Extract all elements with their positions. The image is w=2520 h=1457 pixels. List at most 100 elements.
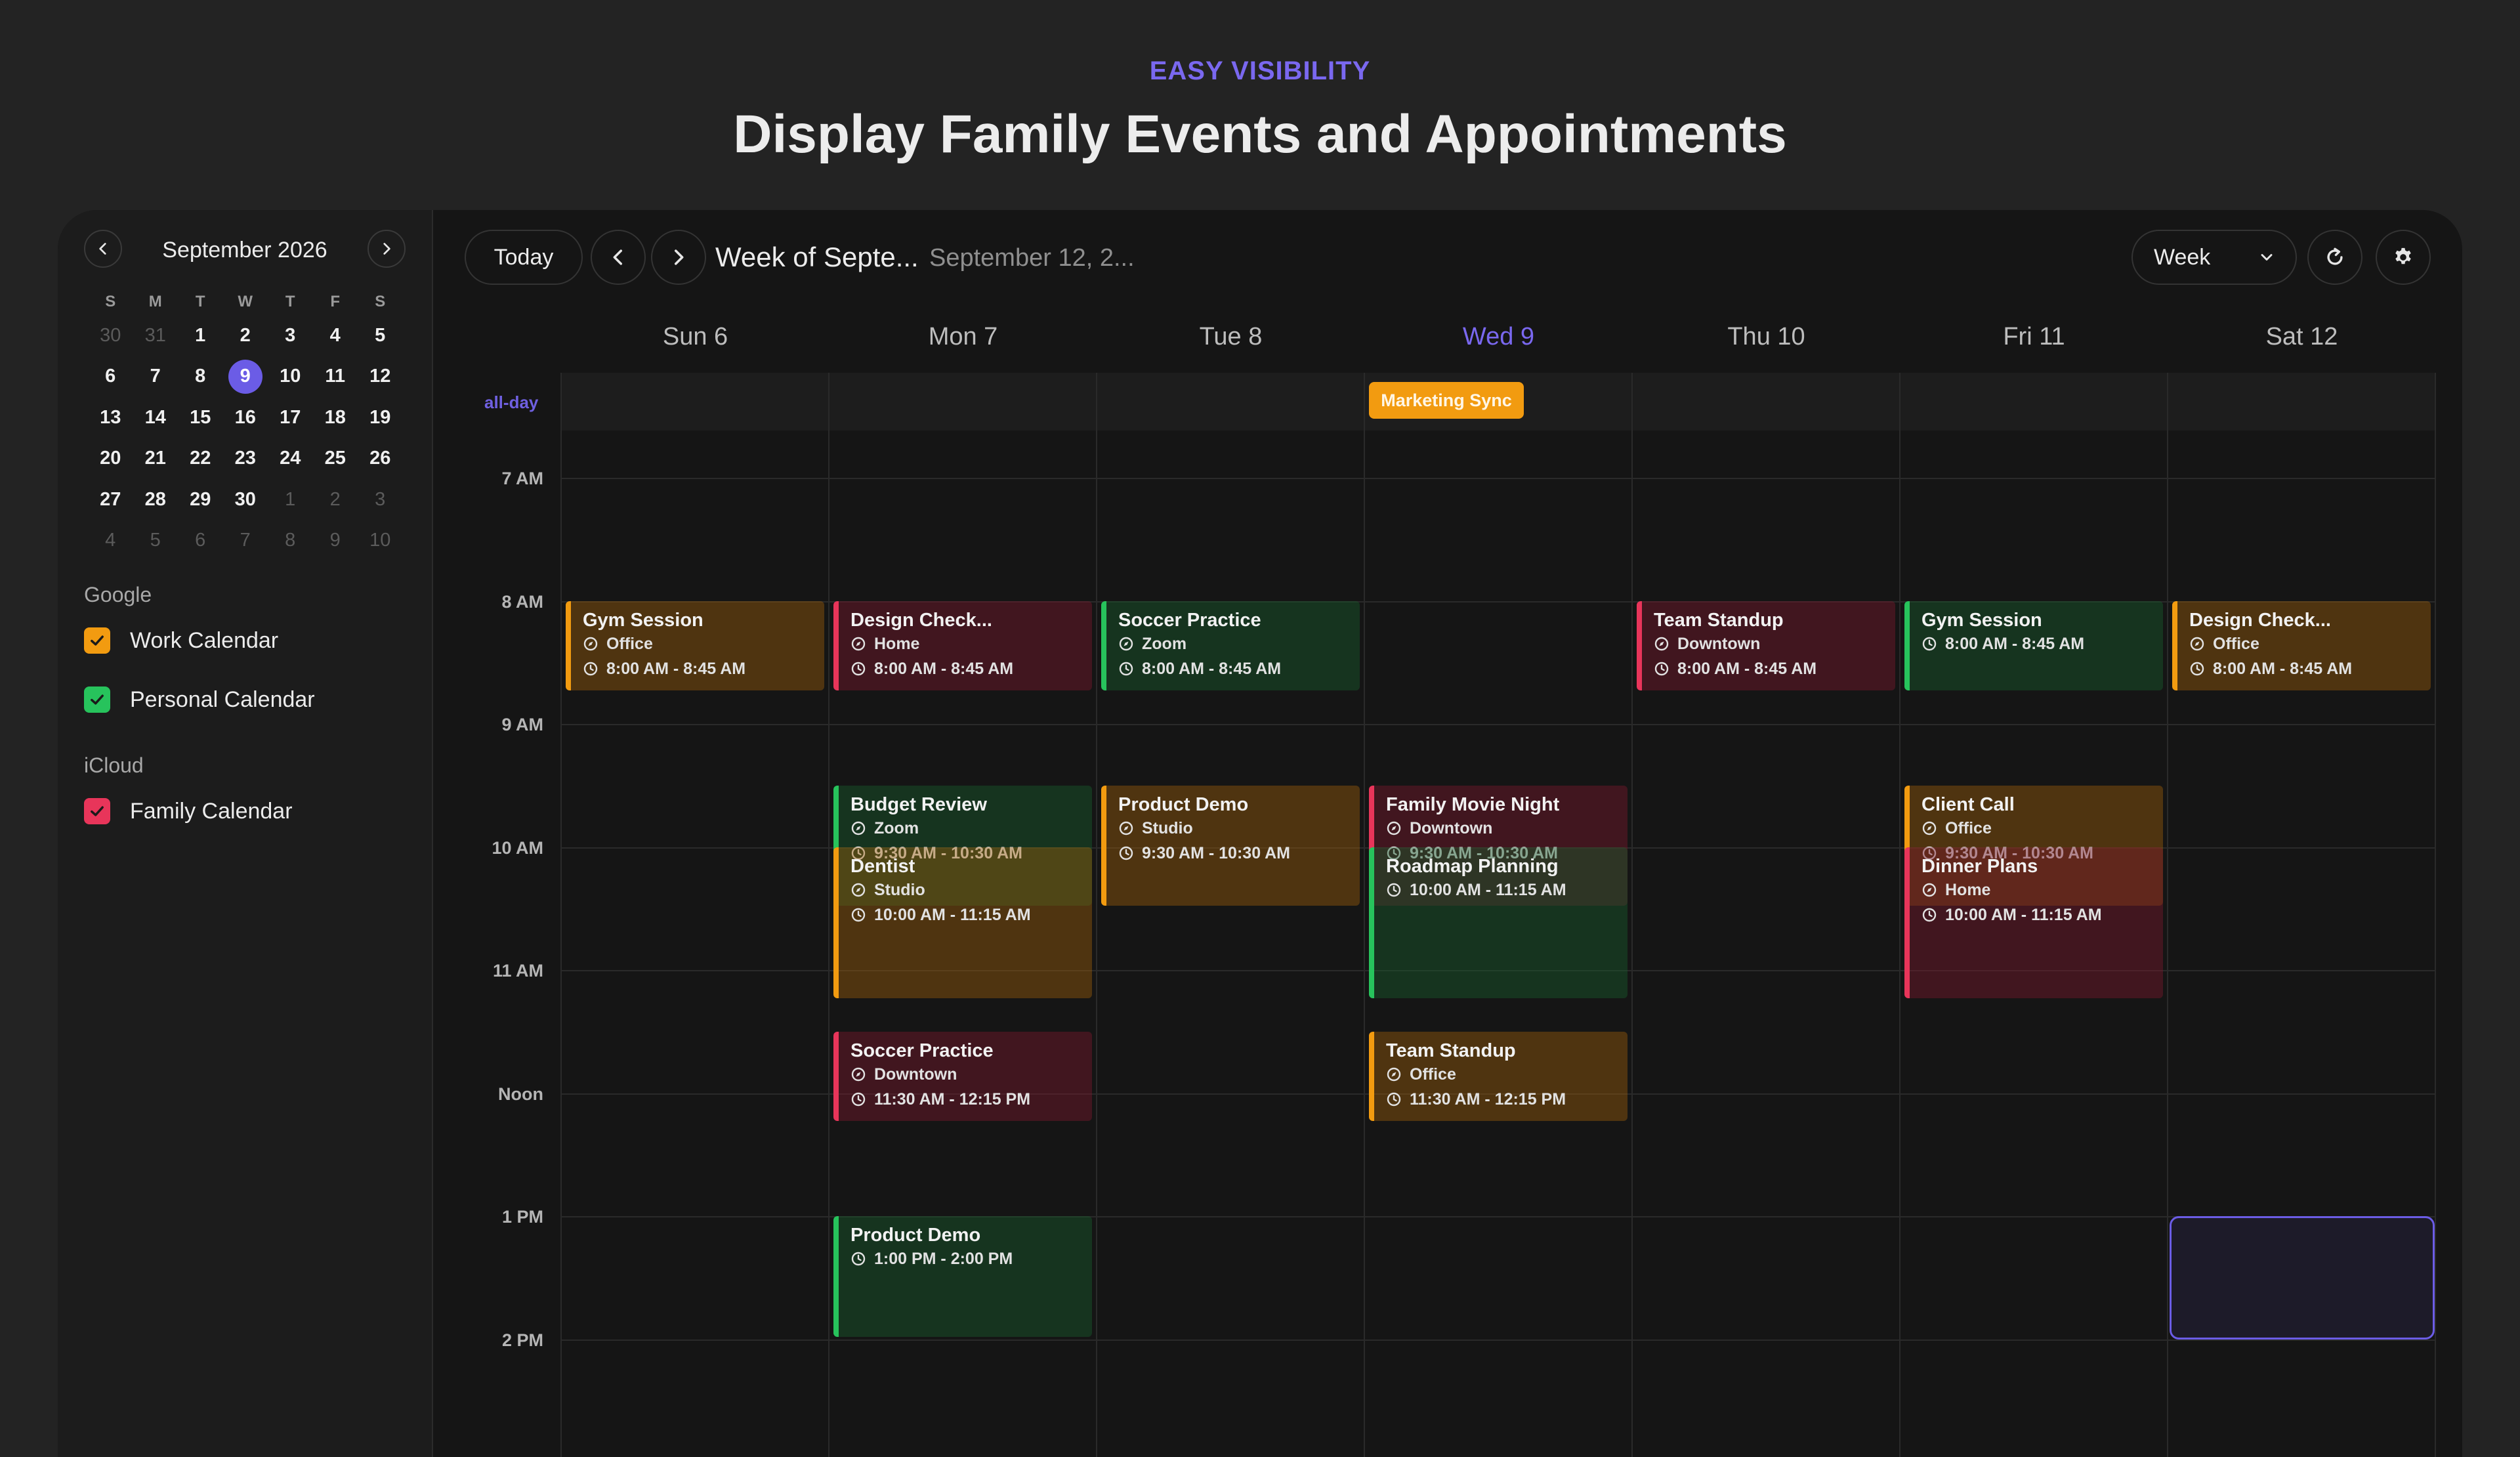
mini-day[interactable]: 21 <box>133 438 178 480</box>
mini-day[interactable]: 30 <box>88 315 133 356</box>
mini-day[interactable]: 28 <box>133 479 178 520</box>
view-select[interactable]: Week <box>2132 230 2297 285</box>
next-week-button[interactable] <box>651 230 706 285</box>
mini-day-number: 30 <box>234 488 256 510</box>
calendar-toggle-family[interactable]: Family Calendar <box>84 798 293 824</box>
day-header[interactable]: Tue 8 <box>1097 323 1364 351</box>
day-header[interactable]: Thu 10 <box>1633 323 1900 351</box>
mini-day[interactable]: 24 <box>268 438 313 480</box>
today-button[interactable]: Today <box>465 230 583 285</box>
event-card[interactable]: Soccer Practice Zoom 8:00 AM - 8:45 AM <box>1101 601 1360 691</box>
mini-day[interactable]: 14 <box>133 397 178 438</box>
event-card[interactable]: Roadmap Planning 10:00 AM - 11:15 AM <box>1369 847 1628 998</box>
mini-day[interactable]: 10 <box>268 356 313 398</box>
mini-day[interactable]: 20 <box>88 438 133 480</box>
mini-day-number: 27 <box>100 488 121 510</box>
mini-day[interactable]: 4 <box>88 520 133 562</box>
event-title: Product Demo <box>1118 793 1249 815</box>
mini-day[interactable]: 12 <box>358 356 403 398</box>
mini-day-selected[interactable]: 9 <box>223 356 268 398</box>
calendar-toggle-work[interactable]: Work Calendar <box>84 627 278 654</box>
mini-day[interactable]: 30 <box>223 479 268 520</box>
mini-day[interactable]: 11 <box>313 356 358 398</box>
event-card[interactable]: Design Check... Office 8:00 AM - 8:45 AM <box>2172 601 2431 691</box>
weekday-initial: F <box>330 293 341 310</box>
time-label: 7 AM <box>501 469 543 488</box>
mini-day[interactable]: 9 <box>313 520 358 562</box>
mini-day[interactable]: 27 <box>88 479 133 520</box>
location-icon <box>851 1067 866 1081</box>
event-location: Office <box>583 631 824 656</box>
mini-day-number: 24 <box>280 448 301 469</box>
mini-day[interactable]: 1 <box>178 315 223 356</box>
clock-icon <box>583 662 598 675</box>
mini-day[interactable]: 31 <box>133 315 178 356</box>
day-header[interactable]: Fri 11 <box>1900 323 2168 351</box>
event-location-text: Office <box>606 634 653 653</box>
mini-day[interactable]: 29 <box>178 479 223 520</box>
mini-day[interactable]: 7 <box>133 356 178 398</box>
mini-day[interactable]: 26 <box>358 438 403 480</box>
time-label: 9 AM <box>501 715 543 734</box>
mini-day[interactable]: 15 <box>178 397 223 438</box>
mini-day[interactable]: 23 <box>223 438 268 480</box>
event-time-text: 8:00 AM - 8:45 AM <box>874 659 1014 678</box>
mini-day[interactable]: 2 <box>223 315 268 356</box>
location-icon <box>1119 821 1133 835</box>
event-card[interactable]: Dinner Plans Home 10:00 AM - 11:15 AM <box>1904 847 2163 998</box>
mini-day[interactable]: 1 <box>268 479 313 520</box>
event-title: Product Demo <box>850 1225 981 1246</box>
event-card[interactable]: Team Standup Downtown 8:00 AM - 8:45 AM <box>1637 601 1895 691</box>
day-header[interactable]: Wed 9 <box>1365 323 1632 351</box>
mini-day[interactable]: 8 <box>268 520 313 562</box>
checkbox[interactable] <box>84 627 110 654</box>
event-time-text: 8:00 AM - 8:45 AM <box>1945 634 2085 653</box>
mini-day[interactable]: 2 <box>313 479 358 520</box>
mini-day[interactable]: 19 <box>358 397 403 438</box>
event-card[interactable]: Product Demo 1:00 PM - 2:00 PM <box>833 1216 1092 1337</box>
mini-day[interactable]: 3 <box>358 479 403 520</box>
mini-day[interactable]: 6 <box>178 520 223 562</box>
mini-day[interactable]: 7 <box>223 520 268 562</box>
mini-day[interactable]: 17 <box>268 397 313 438</box>
checkbox[interactable] <box>84 798 110 824</box>
mini-day[interactable]: 5 <box>133 520 178 562</box>
event-card[interactable]: Team Standup Office 11:30 AM - 12:15 PM <box>1369 1031 1628 1122</box>
prev-week-button[interactable] <box>591 230 646 285</box>
event-location-text: Downtown <box>1410 818 1493 837</box>
mini-day[interactable]: 8 <box>178 356 223 398</box>
event-title: Team Standup <box>1654 609 1784 631</box>
event-title: Dentist <box>850 855 915 877</box>
mini-day[interactable]: 18 <box>313 397 358 438</box>
mini-day[interactable]: 6 <box>88 356 133 398</box>
mini-next-month-button[interactable] <box>368 230 406 268</box>
mini-day[interactable]: 5 <box>358 315 403 356</box>
mini-day-number: 7 <box>150 366 161 387</box>
event-card[interactable]: Design Check... Home 8:00 AM - 8:45 AM <box>833 601 1092 691</box>
day-header[interactable]: Sun 6 <box>562 323 829 351</box>
checkbox[interactable] <box>84 686 110 713</box>
mini-day-number: 10 <box>369 530 391 551</box>
mini-day[interactable]: 16 <box>223 397 268 438</box>
settings-button[interactable] <box>2376 230 2431 285</box>
selected-time-slot[interactable] <box>2170 1216 2435 1340</box>
mini-day[interactable]: 4 <box>313 315 358 356</box>
event-card[interactable]: Soccer Practice Downtown 11:30 AM - 12:15 … <box>833 1031 1092 1122</box>
all-day-event[interactable]: Marketing Sync <box>1369 382 1524 419</box>
event-card[interactable]: Product Demo Studio 9:30 AM - 10:30 AM <box>1101 785 1360 906</box>
event-time-text: 8:00 AM - 8:45 AM <box>606 659 746 678</box>
event-time: 1:00 PM - 2:00 PM <box>850 1246 1092 1271</box>
day-header[interactable]: Mon 7 <box>830 323 1097 351</box>
mini-day[interactable]: 13 <box>88 397 133 438</box>
mini-day[interactable]: 22 <box>178 438 223 480</box>
mini-day[interactable]: 25 <box>313 438 358 480</box>
event-card[interactable]: Gym Session Office 8:00 AM - 8:45 AM <box>566 601 824 691</box>
calendar-toggle-personal[interactable]: Personal Calendar <box>84 686 315 713</box>
event-card[interactable]: Gym Session 8:00 AM - 8:45 AM <box>1904 601 2163 691</box>
event-card[interactable]: Dentist Studio 10:00 AM - 11:15 AM <box>833 847 1092 998</box>
mini-day[interactable]: 3 <box>268 315 313 356</box>
event-location: Zoom <box>1118 631 1360 656</box>
mini-day[interactable]: 10 <box>358 520 403 562</box>
day-header[interactable]: Sat 12 <box>2168 323 2435 351</box>
refresh-button[interactable] <box>2307 230 2362 285</box>
